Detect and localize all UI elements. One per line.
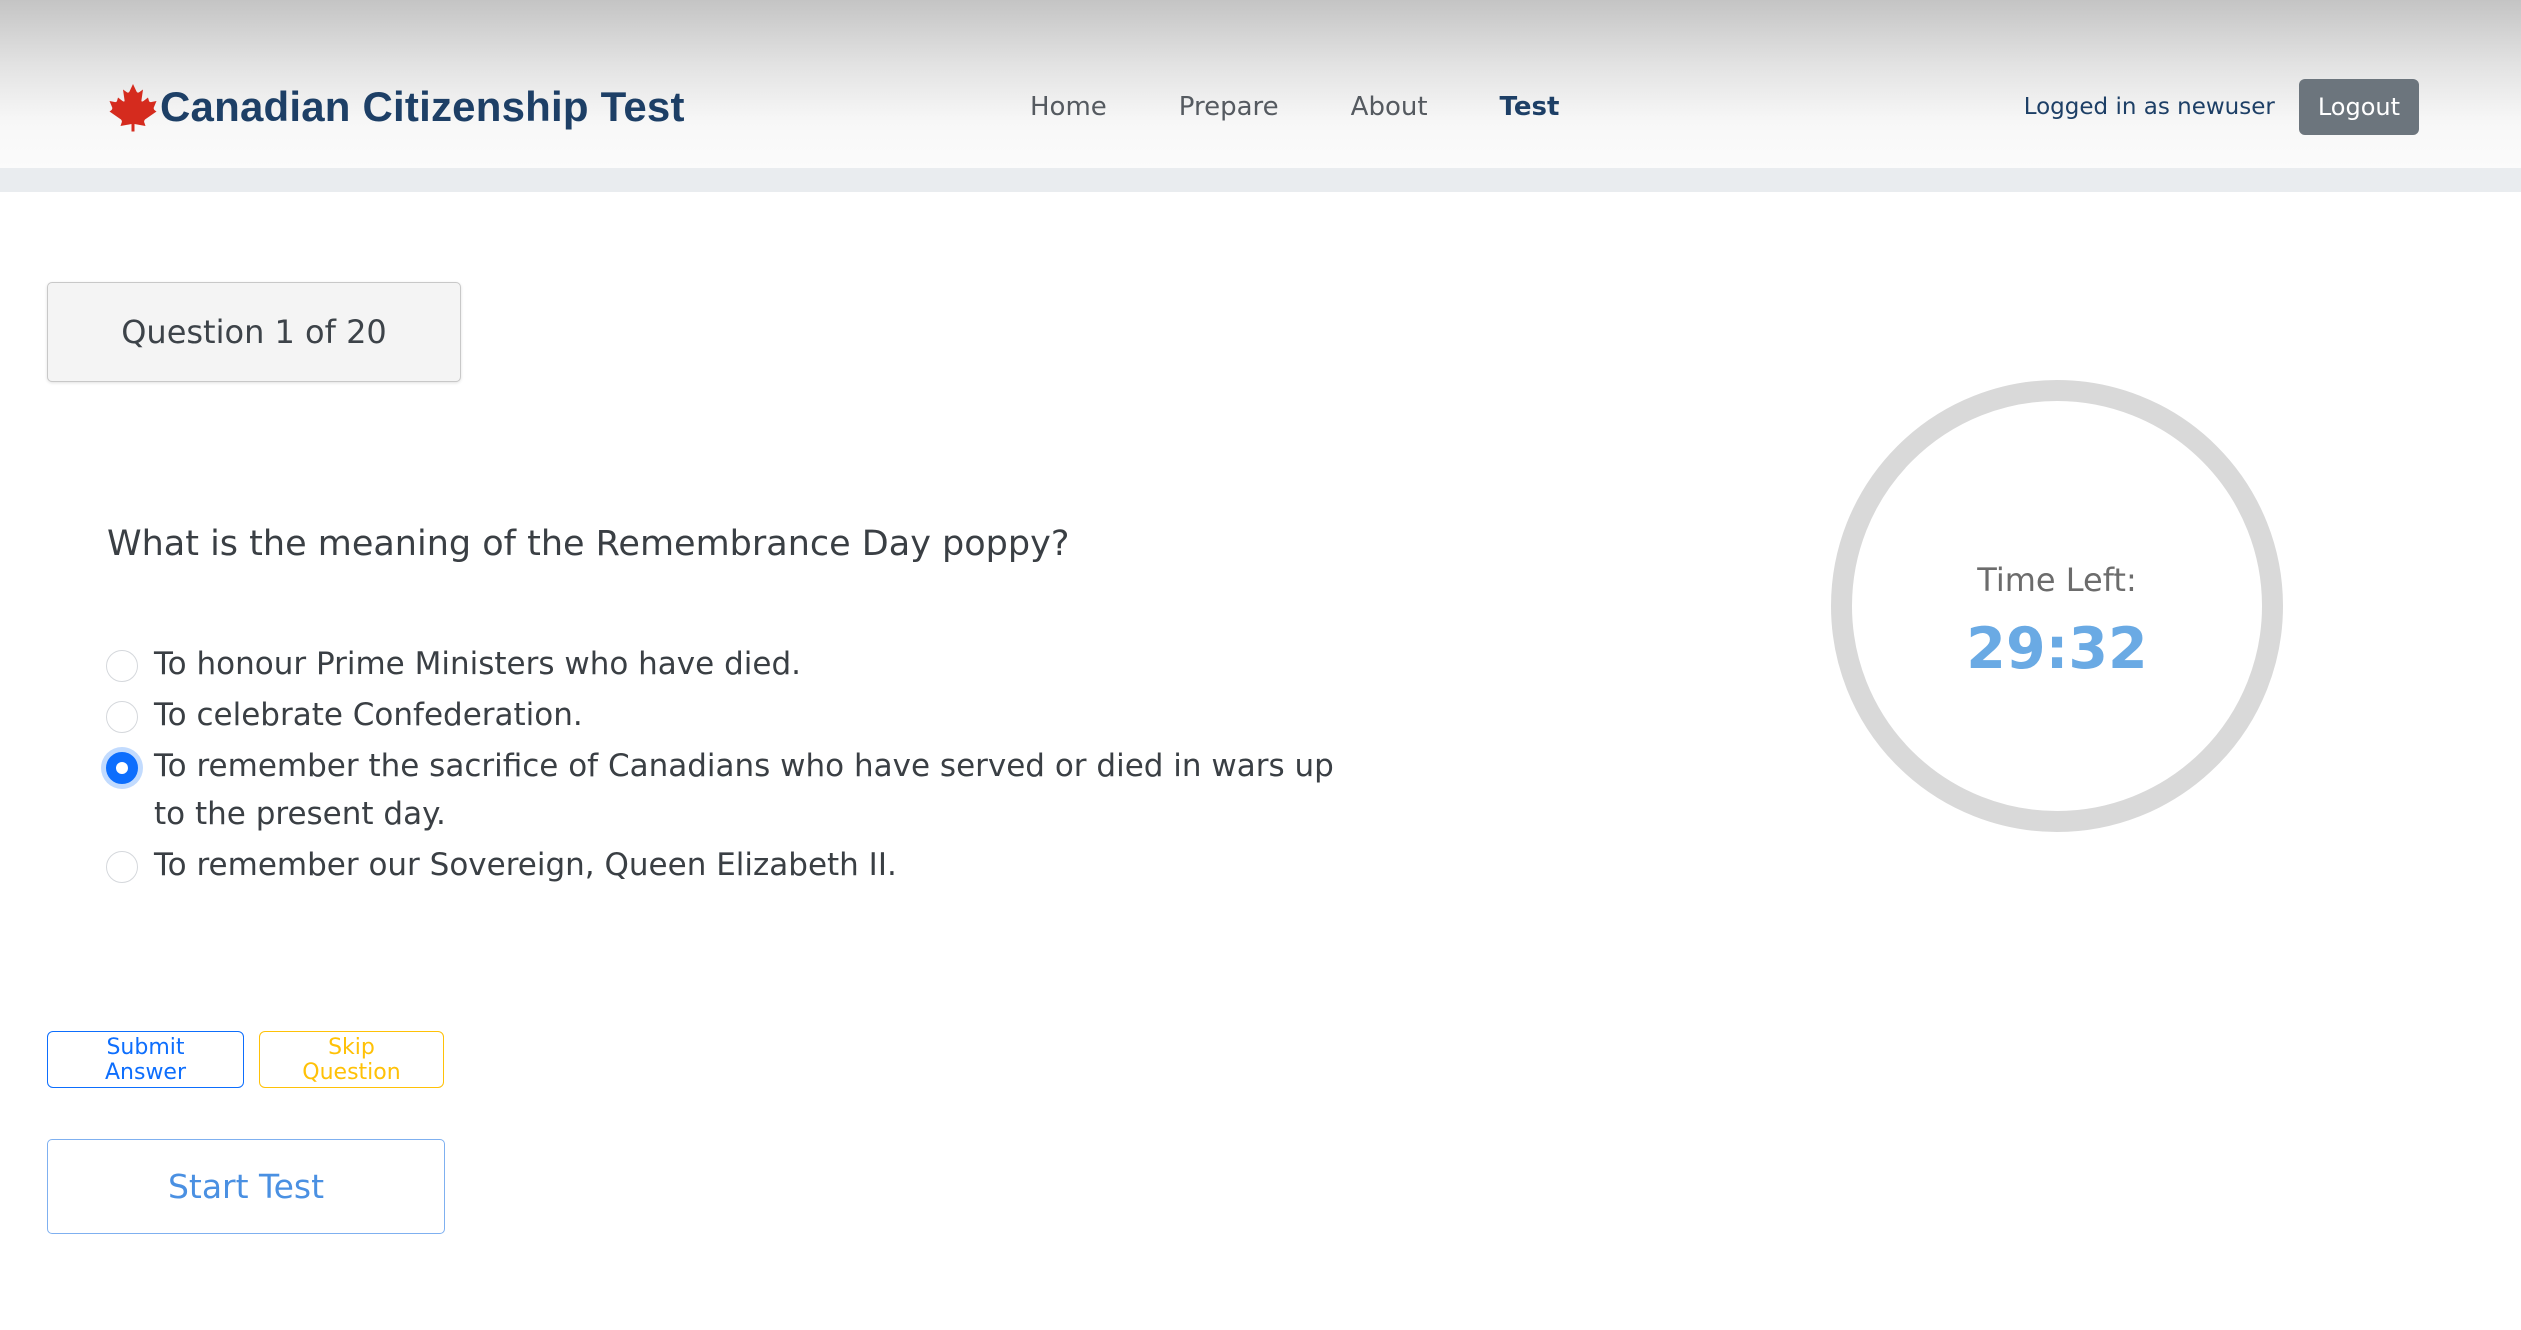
- answer-label-2[interactable]: To celebrate Confederation.: [154, 691, 583, 739]
- navbar-divider: [0, 168, 2521, 192]
- skip-question-button[interactable]: Skip Question: [259, 1031, 444, 1088]
- answer-option-2[interactable]: To celebrate Confederation.: [106, 691, 1346, 739]
- countdown-timer: Time Left: 29:32: [1831, 380, 2283, 832]
- answer-label-4[interactable]: To remember our Sovereign, Queen Elizabe…: [154, 841, 897, 889]
- main-nav: Home Prepare About Test: [1030, 82, 1631, 132]
- maple-leaf-icon: [109, 84, 157, 132]
- answer-actions: Submit Answer Skip Question: [47, 1031, 444, 1088]
- answer-radio-4[interactable]: [106, 851, 138, 883]
- question-counter: Question 1 of 20: [47, 282, 461, 382]
- answer-option-4[interactable]: To remember our Sovereign, Queen Elizabe…: [106, 841, 1346, 889]
- brand-title: Canadian Citizenship Test: [160, 83, 685, 130]
- answer-option-1[interactable]: To honour Prime Ministers who have died.: [106, 640, 1346, 688]
- brand[interactable]: Canadian Citizenship Test: [108, 78, 685, 136]
- timer-value: 29:32: [1966, 616, 2148, 682]
- submit-answer-button[interactable]: Submit Answer: [47, 1031, 244, 1088]
- answer-option-3[interactable]: To remember the sacrifice of Canadians w…: [106, 742, 1346, 838]
- nav-prepare-link[interactable]: Prepare: [1179, 92, 1279, 122]
- start-test-button[interactable]: Start Test: [47, 1139, 445, 1234]
- answer-radio-1[interactable]: [106, 650, 138, 682]
- nav-home-link[interactable]: Home: [1030, 92, 1107, 122]
- logout-button[interactable]: Logout: [2298, 79, 2419, 135]
- answer-label-1[interactable]: To honour Prime Ministers who have died.: [154, 640, 801, 688]
- user-area: Logged in as newuser Logout: [2024, 78, 2419, 136]
- answer-radio-2[interactable]: [106, 701, 138, 733]
- timer-label: Time Left:: [1977, 561, 2137, 599]
- answer-label-3[interactable]: To remember the sacrifice of Canadians w…: [154, 742, 1346, 838]
- nav-test-link[interactable]: Test: [1500, 92, 1560, 122]
- logged-in-status: Logged in as newuser: [2023, 94, 2275, 120]
- nav-about-link[interactable]: About: [1351, 92, 1428, 122]
- top-navbar: Canadian Citizenship Test Home Prepare A…: [0, 0, 2521, 168]
- answer-options: To honour Prime Ministers who have died.…: [106, 640, 1346, 892]
- answer-radio-3[interactable]: [106, 752, 138, 784]
- question-text: What is the meaning of the Remembrance D…: [107, 524, 1070, 564]
